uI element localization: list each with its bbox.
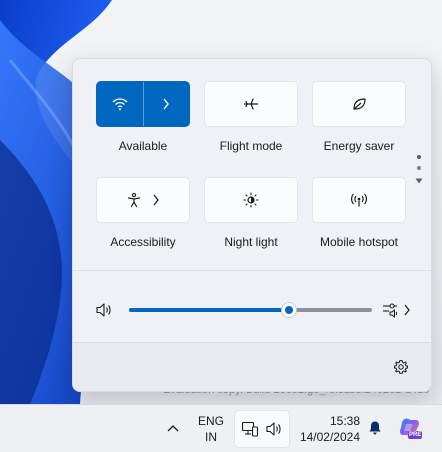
- volume-fill: [129, 308, 290, 312]
- pager-down-icon[interactable]: [415, 177, 423, 185]
- wifi-icon: [112, 98, 128, 111]
- airplane-icon: [243, 98, 259, 110]
- taskbar: ENG IN 15:38 14/02/2024 PRE: [0, 404, 442, 452]
- speaker-icon: [96, 303, 111, 317]
- copilot-preview-badge: PRE: [408, 431, 423, 439]
- settings-button[interactable]: [393, 359, 409, 380]
- clock-date: 14/02/2024: [299, 430, 360, 444]
- gear-icon: [394, 360, 408, 374]
- wifi-toggle[interactable]: [97, 82, 143, 126]
- volume-mute-button[interactable]: [95, 301, 113, 324]
- quick-settings-tiles: Available Flight mode Energy saver Acces…: [73, 59, 431, 269]
- clock-button[interactable]: 15:38 14/02/2024: [296, 413, 360, 445]
- accessibility-icon: [127, 192, 141, 208]
- quick-settings-button[interactable]: [234, 410, 290, 448]
- energy-saver-tile[interactable]: [312, 81, 406, 127]
- clock-time: 15:38: [329, 414, 360, 428]
- flight-mode-tile[interactable]: [204, 81, 298, 127]
- energy-saver-label: Energy saver: [323, 139, 395, 153]
- flight-mode-label: Flight mode: [219, 139, 283, 153]
- accessibility-toggle[interactable]: [126, 192, 142, 208]
- night-light-icon: [243, 192, 259, 208]
- flyout-footer: [73, 343, 431, 391]
- network-icon: [241, 421, 259, 437]
- wifi-list-button[interactable]: [143, 82, 189, 126]
- leaf-icon: [353, 98, 366, 110]
- volume-slider-thumb[interactable]: [281, 302, 298, 318]
- chevron-right-icon: [153, 194, 159, 206]
- pager-dot-2[interactable]: [417, 166, 421, 170]
- volume-row: [73, 270, 431, 342]
- bell-icon: [369, 421, 381, 435]
- chevron-up-icon: [167, 425, 179, 432]
- language-region: IN: [205, 430, 217, 444]
- quick-settings-flyout: Available Flight mode Energy saver Acces…: [72, 58, 432, 392]
- hotspot-icon: [351, 193, 367, 207]
- speaker-icon: [266, 422, 281, 436]
- input-language-button[interactable]: ENG IN: [193, 413, 229, 445]
- language-code: ENG: [197, 414, 224, 428]
- pager-dot-1[interactable]: [417, 155, 421, 159]
- accessibility-tile[interactable]: [96, 177, 190, 223]
- night-light-label: Night light: [224, 235, 278, 249]
- show-hidden-icons-button[interactable]: [162, 417, 184, 439]
- mobile-hotspot-tile[interactable]: [312, 177, 406, 223]
- copilot-button[interactable]: PRE: [397, 415, 423, 441]
- tiles-pager[interactable]: [415, 155, 423, 185]
- audio-output-icon: [383, 303, 398, 319]
- notifications-button[interactable]: [365, 417, 385, 439]
- mobile-hotspot-label: Mobile hotspot: [319, 235, 399, 249]
- audio-output-button[interactable]: [382, 301, 411, 319]
- wifi-tile[interactable]: [96, 81, 190, 127]
- wifi-tile-label: Available: [118, 139, 168, 153]
- accessibility-label: Accessibility: [110, 235, 176, 249]
- night-light-tile[interactable]: [204, 177, 298, 223]
- chevron-right-icon: [163, 98, 170, 110]
- chevron-right-icon: [404, 304, 410, 316]
- accessibility-more-button[interactable]: [152, 194, 160, 206]
